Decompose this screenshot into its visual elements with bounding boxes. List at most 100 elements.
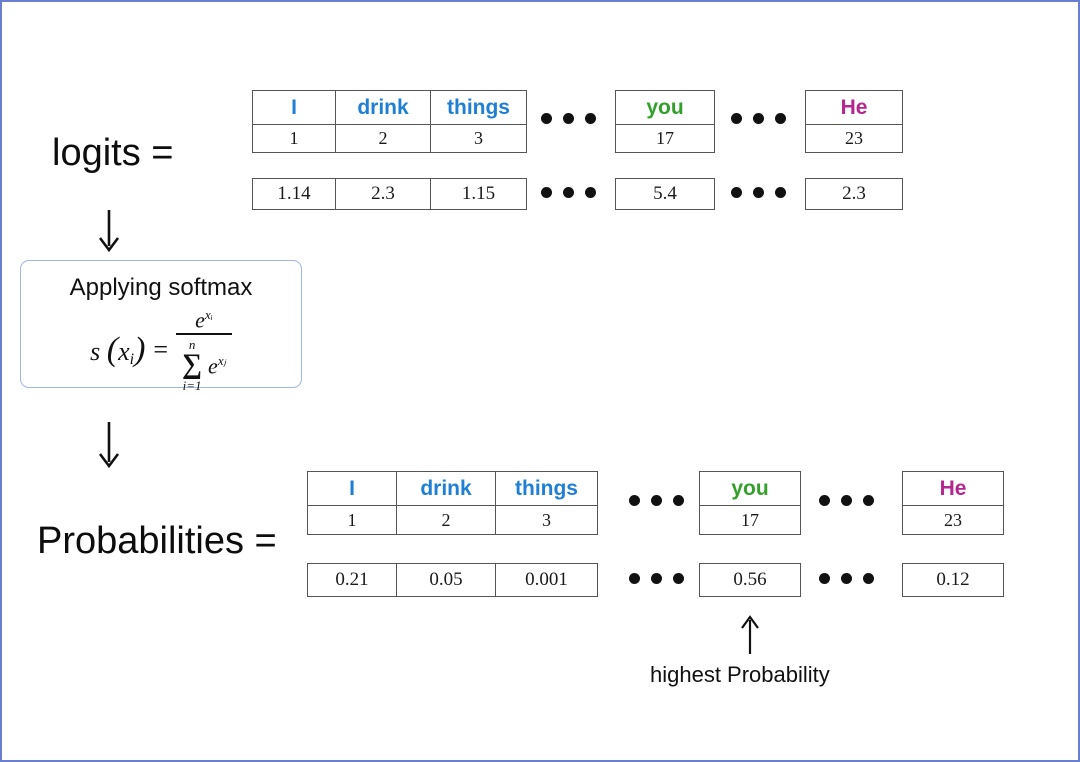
ellipsis-probabilities-2 [819, 495, 874, 506]
softmax-heading: Applying softmax [69, 274, 253, 301]
dot [731, 113, 742, 124]
table-row: you [615, 90, 715, 125]
token-cell: I [252, 90, 336, 125]
dot [629, 495, 640, 506]
ellipsis-logits-values-2 [731, 187, 786, 198]
table-row: I drink things [252, 90, 527, 125]
ellipsis-probabilities-1 [629, 495, 684, 506]
value-cell: 0.12 [902, 563, 1004, 597]
dot [775, 113, 786, 124]
dot [819, 495, 830, 506]
den-base: e [208, 352, 218, 378]
summation-symbol: n ∑ i=1 [182, 338, 202, 392]
index-cell: 23 [902, 505, 1004, 535]
sum-lower-limit: i=1 [182, 378, 202, 394]
index-cell: 23 [805, 124, 903, 153]
table-row: 2.3 [805, 178, 903, 210]
index-cell: 17 [615, 124, 715, 153]
dot [585, 187, 596, 198]
numerator-exponent: xᵢ [204, 307, 213, 322]
dot [541, 187, 552, 198]
token-cell: I [307, 471, 397, 506]
probabilities-values-he: 0.12 [902, 563, 1004, 597]
dot [673, 495, 684, 506]
dot [841, 573, 852, 584]
table-row: 5.4 [615, 178, 715, 210]
arrow-up-highest-probability-icon [734, 614, 766, 656]
dot [651, 495, 662, 506]
probabilities-label: Probabilities = [37, 520, 277, 562]
dot [673, 573, 684, 584]
dot [629, 573, 640, 584]
token-cell: drink [335, 90, 431, 125]
token-cell: He [902, 471, 1004, 506]
probabilities-token-table-you: you 17 [699, 471, 801, 535]
arrow-down-to-probabilities-icon [92, 420, 126, 472]
formula-x: x [118, 337, 130, 367]
formula-numerator: exᵢ [185, 308, 223, 333]
token-cell: drink [396, 471, 496, 506]
table-row: 1 2 3 [307, 505, 598, 535]
table-row: 0.21 0.05 0.001 [307, 563, 598, 597]
index-cell: 2 [335, 124, 431, 153]
ellipsis-logits-values-1 [541, 187, 596, 198]
dot [775, 187, 786, 198]
dot [753, 187, 764, 198]
table-row: 17 [699, 505, 801, 535]
value-cell: 5.4 [615, 178, 715, 210]
logits-token-table-left: I drink things 1 2 3 [252, 90, 527, 153]
probabilities-values-you: 0.56 [699, 563, 801, 597]
table-row: 0.56 [699, 563, 801, 597]
dot [563, 187, 574, 198]
dot [651, 573, 662, 584]
value-cell: 2.3 [335, 178, 431, 210]
logits-values-left: 1.14 2.3 1.15 [252, 178, 527, 210]
logits-token-table-he: He 23 [805, 90, 903, 153]
formula-fraction: exᵢ n ∑ i=1 exⱼ [176, 308, 232, 392]
dot [753, 113, 764, 124]
probabilities-token-table-he: He 23 [902, 471, 1004, 535]
probabilities-token-table-left: I drink things 1 2 3 [307, 471, 598, 535]
index-cell: 1 [307, 505, 397, 535]
table-row: 1.14 2.3 1.15 [252, 178, 527, 210]
arrow-down-to-softmax-icon [92, 208, 126, 256]
numerator-base: e [195, 307, 205, 333]
ellipsis-logits-2 [731, 113, 786, 124]
value-cell: 0.05 [396, 563, 496, 597]
ellipsis-probabilities-values-2 [819, 573, 874, 584]
dot [819, 573, 830, 584]
logits-label: logits = [52, 132, 174, 174]
value-cell: 0.21 [307, 563, 397, 597]
formula-close-paren: ) [134, 331, 146, 369]
dot [863, 495, 874, 506]
formula-open-paren: ( [106, 331, 119, 369]
ellipsis-probabilities-values-1 [629, 573, 684, 584]
table-row: 0.12 [902, 563, 1004, 597]
softmax-box: Applying softmax s (xi) = exᵢ n ∑ i=1 ex… [20, 260, 302, 392]
denominator-term: exⱼ [208, 354, 226, 377]
index-cell: 1 [252, 124, 336, 153]
token-cell: you [699, 471, 801, 506]
table-row: you [699, 471, 801, 506]
formula-s: s [90, 337, 101, 367]
softmax-formula: s (xi) = exᵢ n ∑ i=1 exⱼ [90, 308, 232, 392]
index-cell: 3 [495, 505, 598, 535]
den-exponent: xⱼ [217, 352, 226, 368]
highest-probability-caption: highest Probability [650, 662, 830, 687]
dot [731, 187, 742, 198]
dot [841, 495, 852, 506]
dot [541, 113, 552, 124]
dot [563, 113, 574, 124]
token-cell: you [615, 90, 715, 125]
index-cell: 3 [430, 124, 527, 153]
logits-values-you: 5.4 [615, 178, 715, 210]
token-cell: things [430, 90, 527, 125]
index-cell: 17 [699, 505, 801, 535]
index-cell: 2 [396, 505, 496, 535]
table-row: 23 [902, 505, 1004, 535]
dot [863, 573, 874, 584]
ellipsis-logits-1 [541, 113, 596, 124]
probabilities-values-left: 0.21 0.05 0.001 [307, 563, 598, 597]
value-cell: 0.001 [495, 563, 598, 597]
diagram-canvas: logits = I drink things 1 2 3 you 17 He … [0, 0, 1080, 762]
